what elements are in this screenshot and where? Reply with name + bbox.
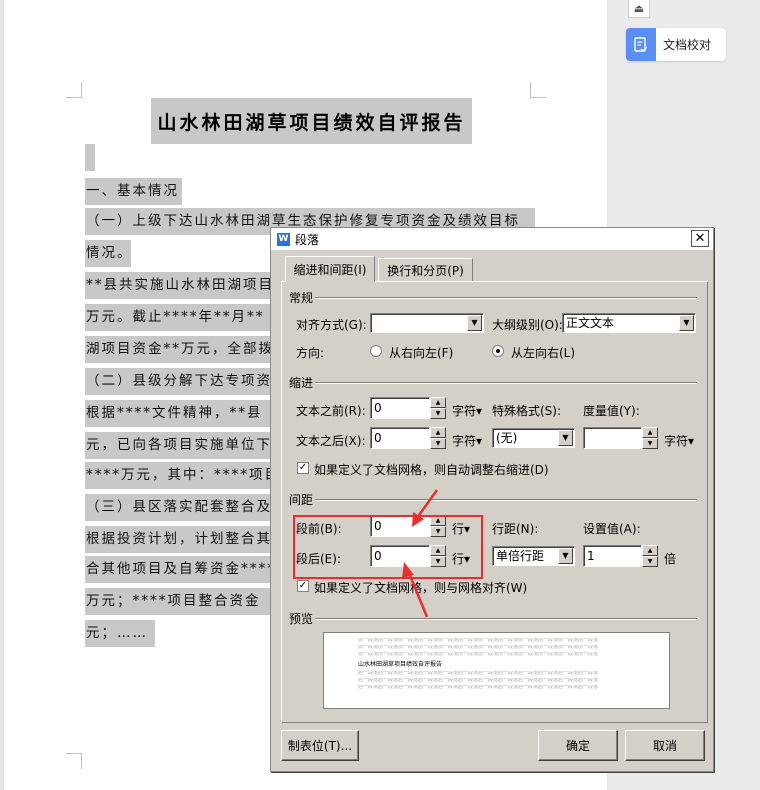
chevron-down-icon[interactable]: ▼ (679, 315, 694, 331)
preview-next-paragraph: 后一段落后一段落后一段落后一段落后一段落后一段落后一段落后一段落后一段落后一段落… (358, 678, 599, 682)
line-spacing-select[interactable]: 单倍行距 ▼ (492, 546, 575, 566)
doc-line[interactable]: 元，已向各项目实施单位下 (85, 432, 270, 459)
chevron-down-icon[interactable]: ▼ (558, 430, 573, 446)
dialog-titlebar[interactable]: W 段落 ✕ (271, 228, 713, 250)
divider (315, 382, 697, 384)
preview-previous-paragraph: 前一段落前一段落前一段落前一段落前一段落前一段落前一段落前一段落前一段落前一段落… (358, 645, 599, 649)
collapse-button[interactable]: ⏏ (628, 0, 650, 18)
group-preview-label: 预览 (289, 612, 314, 626)
special-format-select[interactable]: (无) ▼ (492, 428, 575, 448)
doc-line[interactable]: **县共实施山水林田湖项目 (85, 272, 270, 299)
group-indent-label: 缩进 (289, 376, 314, 390)
measure-label: 度量值(Y): (583, 404, 640, 418)
doc-line[interactable]: 合其他项目及自筹资金**** (85, 556, 270, 583)
blank-line[interactable] (85, 144, 95, 171)
rtl-radio[interactable] (370, 345, 382, 357)
direction-label: 方向: (296, 346, 325, 360)
doc-line[interactable]: 元；…… (85, 620, 155, 647)
alignment-label: 对齐方式(G): (296, 318, 367, 332)
indent-before-spinner[interactable]: ▲ ▼ (430, 397, 446, 419)
indent-before-input[interactable]: 0 (370, 397, 430, 419)
preview-previous-paragraph: 前一段落前一段落前一段落前一段落前一段落前一段落前一段落前一段落前一段落前一段落… (358, 638, 599, 642)
doc-line[interactable]: 根据投资计划，计划整合其 (85, 526, 270, 553)
eject-icon: ⏏ (633, 2, 645, 15)
divider (315, 618, 697, 620)
line-spacing-label: 行距(N): (492, 522, 539, 536)
wps-app-icon: W (277, 232, 290, 246)
highlight-box (293, 515, 483, 579)
tab-line-page-break[interactable]: 换行和分页(P) (378, 258, 473, 281)
group-general-label: 常规 (289, 291, 314, 305)
measure-unit[interactable]: 字符▾ (664, 432, 694, 449)
close-icon[interactable]: ✕ (691, 230, 709, 247)
special-format-label: 特殊格式(S): (492, 404, 562, 418)
indent-after-unit[interactable]: 字符▾ (452, 432, 482, 449)
doc-line[interactable]: 情况。 (85, 240, 131, 267)
outline-level-select[interactable]: 正文文本 ▼ (562, 313, 696, 333)
dialog-title: 段落 (295, 232, 320, 247)
doc-line[interactable]: 万元；****项目整合资金 (85, 588, 270, 615)
indent-after-input[interactable]: 0 (370, 427, 430, 449)
doc-line[interactable]: （二）县级分解下达专项资 (85, 368, 270, 395)
doc-line[interactable]: 湖项目资金**万元，全部拨 (85, 336, 270, 363)
preview-current-paragraph: 山水林田湖草项目绩效自评报告 (358, 661, 443, 668)
set-value-label: 设置值(A): (583, 522, 641, 536)
proofread-button[interactable]: 文档校对 (626, 28, 726, 61)
doc-line[interactable]: 一、基本情况 (85, 178, 182, 205)
set-value-unit: 倍 (664, 552, 677, 566)
group-spacing-label: 间距 (289, 493, 314, 507)
chevron-down-icon[interactable]: ▼ (558, 548, 573, 564)
page-corner-mark (66, 82, 82, 98)
ltr-label[interactable]: 从左向右(L) (511, 344, 575, 361)
measure-spinner[interactable]: ▲ ▼ (642, 427, 658, 449)
measure-input[interactable] (583, 427, 642, 449)
doc-line[interactable]: ****万元，其中：****项目 (85, 462, 270, 489)
indent-after-spinner[interactable]: ▲ ▼ (430, 427, 446, 449)
cancel-button[interactable]: 取消 (625, 730, 705, 761)
alignment-select[interactable]: ▼ (370, 313, 484, 333)
preview-previous-paragraph: 前一段落前一段落前一段落前一段落前一段落前一段落前一段落前一段落前一段落前一段落… (358, 652, 599, 656)
snap-to-grid-checkbox[interactable]: ✓ (297, 580, 309, 592)
divider (315, 499, 697, 501)
page-corner-mark (530, 82, 546, 98)
doc-line[interactable]: 万元。截止****年**月** (85, 304, 270, 331)
doc-line[interactable]: 根据****文件精神，**县 (85, 400, 270, 427)
proofread-label: 文档校对 (663, 38, 712, 52)
ok-button[interactable]: 确定 (538, 730, 618, 761)
ltr-radio[interactable] (492, 345, 504, 357)
outline-level-label: 大纲级别(O): (492, 318, 563, 332)
indent-before-unit[interactable]: 字符▾ (452, 402, 482, 419)
tab-indent-spacing[interactable]: 缩进和间距(I) (285, 256, 375, 282)
chevron-down-icon[interactable]: ▼ (467, 315, 482, 331)
set-value-input[interactable]: 1 (583, 545, 642, 567)
auto-right-indent-label[interactable]: 如果定义了文档网格，则自动调整右缩进(D) (314, 461, 549, 478)
set-value-spinner[interactable]: ▲ ▼ (642, 545, 658, 567)
divider (315, 297, 697, 299)
auto-right-indent-checkbox[interactable]: ✓ (297, 462, 309, 474)
tab-stops-button[interactable]: 制表位(T)... (281, 730, 359, 761)
paragraph-preview: 前一段落前一段落前一段落前一段落前一段落前一段落前一段落前一段落前一段落前一段落… (323, 632, 670, 709)
snap-to-grid-label[interactable]: 如果定义了文档网格，则与网格对齐(W) (314, 579, 527, 596)
rtl-label[interactable]: 从右向左(F) (389, 344, 453, 361)
page-corner-mark (66, 753, 82, 769)
indent-after-label: 文本之后(X): (296, 434, 366, 448)
document-title[interactable]: 山水林田湖草项目绩效自评报告 (151, 98, 472, 144)
preview-next-paragraph: 后一段落后一段落后一段落后一段落后一段落后一段落后一段落后一段落后一段落后一段落… (358, 671, 599, 675)
indent-before-label: 文本之前(R): (296, 404, 366, 418)
doc-line[interactable]: （三）县区落实配套整合及 (85, 494, 270, 521)
document-check-icon (626, 28, 656, 61)
preview-next-paragraph: 后一段落后一段落后一段落后一段落后一段落后一段落后一段落后一段落后一段落后一段落… (358, 685, 599, 689)
